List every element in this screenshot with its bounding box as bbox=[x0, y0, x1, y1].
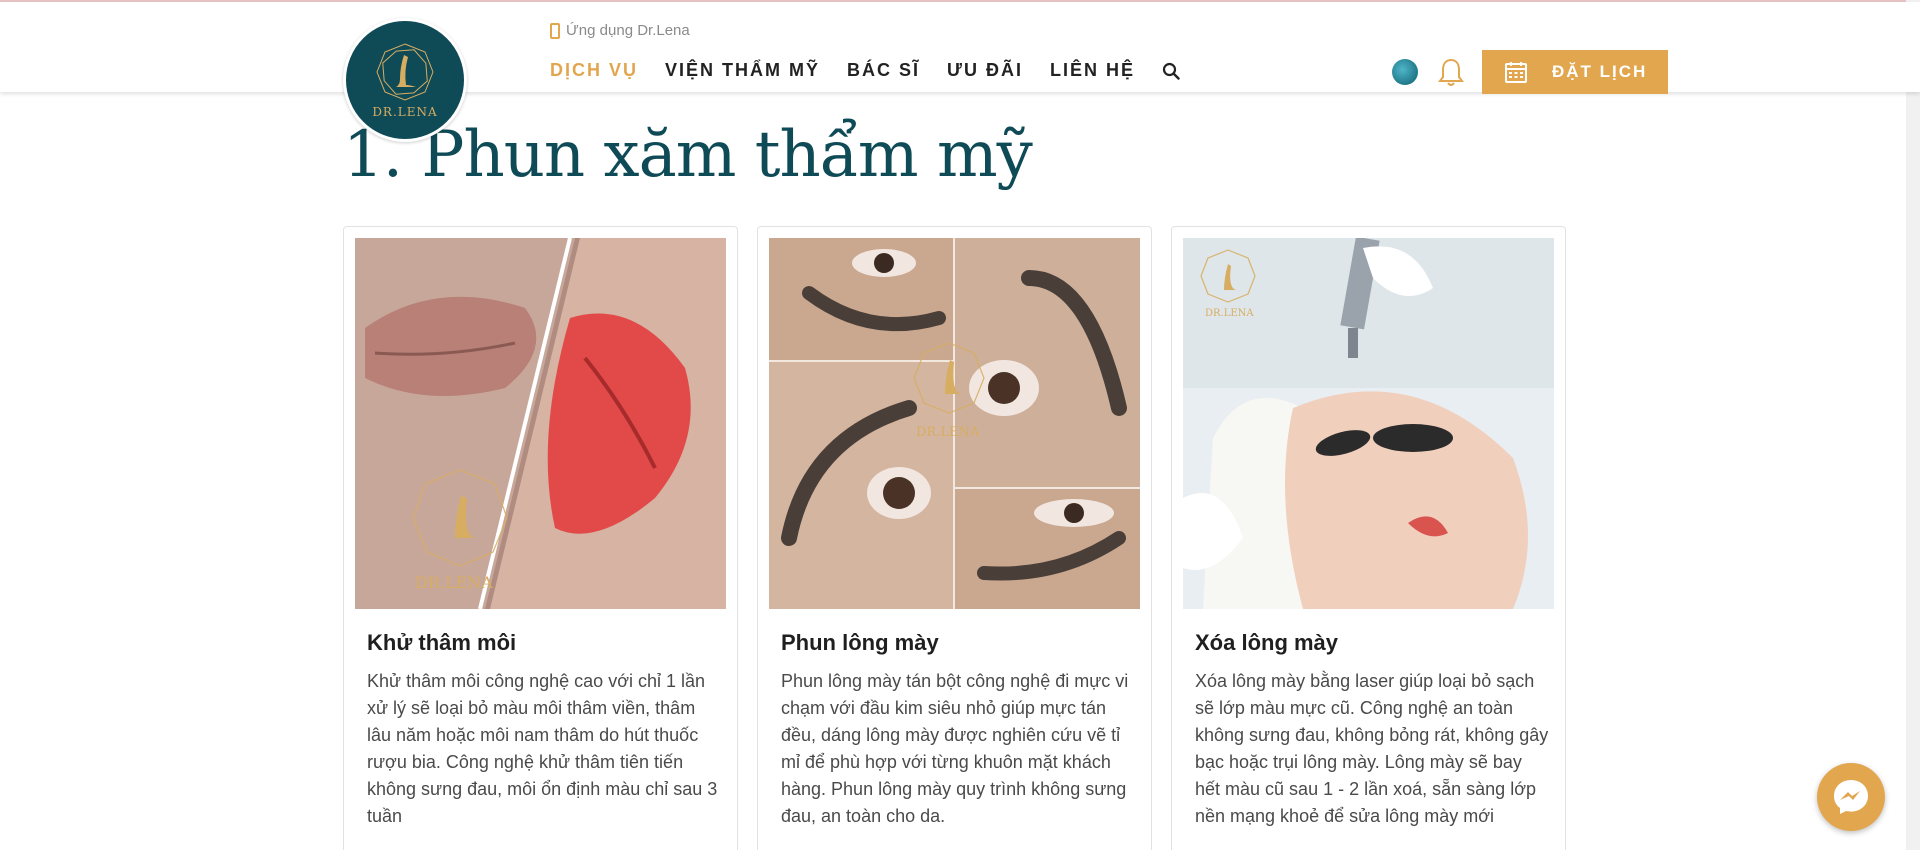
app-link[interactable]: Ứng dụng Dr.Lena bbox=[550, 22, 690, 39]
svg-text:DR.LENA: DR.LENA bbox=[415, 573, 493, 592]
service-card-xoa-long-may[interactable]: DR.LENA Xóa lông mày Xóa lông mày bằng l… bbox=[1171, 226, 1566, 850]
main-nav: DỊCH VỤ VIỆN THẨM MỸ BÁC SĨ ƯU ĐÃI LIÊN … bbox=[550, 60, 1180, 81]
svg-text:DR.LENA: DR.LENA bbox=[1205, 308, 1254, 319]
messenger-button[interactable] bbox=[1817, 763, 1885, 831]
service-card-phun-long-may[interactable]: DR.LENA Phun lông mày Phun lông mày tán … bbox=[757, 226, 1152, 850]
messenger-icon bbox=[1834, 780, 1868, 814]
nav-item-bac-si[interactable]: BÁC SĨ bbox=[847, 60, 920, 81]
app-link-label: Ứng dụng Dr.Lena bbox=[566, 22, 690, 39]
svg-text:DR.LENA: DR.LENA bbox=[916, 425, 980, 440]
card-title[interactable]: Khử thâm môi bbox=[367, 630, 516, 656]
card-description: Khử thâm môi công nghệ cao với chỉ 1 lần… bbox=[367, 671, 718, 826]
card-title[interactable]: Phun lông mày bbox=[781, 630, 939, 656]
card-image-laser[interactable]: DR.LENA bbox=[1183, 238, 1554, 609]
card-image-eyebrows[interactable]: DR.LENA bbox=[769, 238, 1140, 609]
logo-emblem-icon bbox=[376, 43, 434, 101]
logo-text: DR.LENA bbox=[372, 105, 438, 119]
bell-icon[interactable] bbox=[1437, 57, 1465, 87]
nav-item-lien-he[interactable]: LIÊN HỆ bbox=[1050, 60, 1135, 81]
nav-item-dich-vu[interactable]: DỊCH VỤ bbox=[550, 60, 638, 81]
scrollbar-track[interactable] bbox=[1906, 0, 1920, 850]
service-card-khu-tham-moi[interactable]: DR.LENA Khử thâm môi Khử thâm môi công n… bbox=[343, 226, 738, 850]
calendar-icon bbox=[1505, 62, 1527, 83]
phone-icon bbox=[550, 22, 560, 39]
book-button-label: ĐẶT LỊCH bbox=[1552, 62, 1648, 81]
logo[interactable]: DR.LENA bbox=[343, 18, 467, 142]
site-header: Ứng dụng Dr.Lena DỊCH VỤ VIỆN THẨM MỸ BÁ… bbox=[0, 2, 1920, 94]
globe-icon[interactable] bbox=[1392, 59, 1418, 85]
nav-item-uu-dai[interactable]: ƯU ĐÃI bbox=[947, 60, 1023, 81]
search-icon[interactable] bbox=[1162, 62, 1180, 80]
nav-item-vien-tham-my[interactable]: VIỆN THẨM MỸ bbox=[665, 60, 820, 81]
card-image-lips[interactable]: DR.LENA bbox=[355, 238, 726, 609]
book-appointment-button[interactable]: ĐẶT LỊCH bbox=[1482, 50, 1668, 94]
card-title[interactable]: Xóa lông mày bbox=[1195, 630, 1338, 656]
card-description: Phun lông mày tán bột công nghệ đi mực v… bbox=[781, 671, 1129, 826]
section-title: 1. Phun xăm thẩm mỹ bbox=[343, 118, 1033, 192]
card-description: Xóa lông mày bằng laser giúp loại bỏ sạc… bbox=[1195, 671, 1549, 826]
